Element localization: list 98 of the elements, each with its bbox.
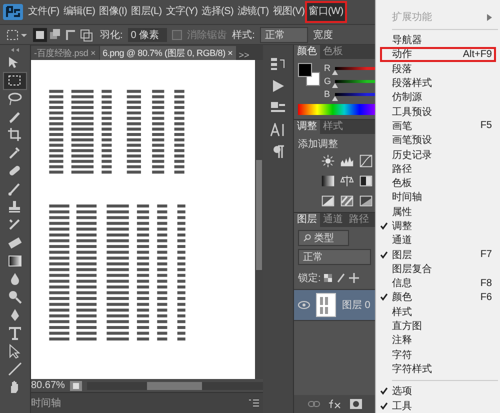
width-label: 宽度 bbox=[312, 28, 333, 42]
feather-field[interactable]: 0 像素 bbox=[128, 28, 168, 42]
character-icon[interactable] bbox=[270, 123, 286, 137]
vertical-scrollbar[interactable] bbox=[255, 60, 263, 379]
close-icon[interactable]: × bbox=[90, 48, 96, 58]
channel-label: B bbox=[324, 89, 332, 99]
checkmark-icon bbox=[380, 293, 388, 302]
menu-item[interactable]: 文字(Y) bbox=[164, 3, 200, 21]
menu-item[interactable]: 工具预设 bbox=[376, 104, 500, 119]
selection-mode-icons[interactable] bbox=[33, 28, 95, 42]
panel-tab[interactable]: 颜色 bbox=[294, 45, 320, 59]
feather-label: 羽化: bbox=[100, 28, 123, 42]
eye-icon[interactable] bbox=[298, 301, 310, 309]
lock-label: 锁定: bbox=[298, 272, 321, 285]
close-icon[interactable]: × bbox=[228, 48, 233, 58]
layer-thumbnail-icon bbox=[316, 293, 336, 317]
curve-icon[interactable] bbox=[359, 154, 373, 168]
marquee-icon[interactable] bbox=[4, 73, 26, 89]
menu-item[interactable]: 直方图 bbox=[376, 318, 500, 334]
menu-item[interactable]: 编辑(E) bbox=[61, 3, 98, 21]
menu-item[interactable]: 信息 F8 bbox=[376, 276, 500, 290]
menu-item[interactable]: 通道 bbox=[376, 233, 500, 248]
zoom-level: 80.67% bbox=[31, 380, 65, 391]
menu-item[interactable]: 文件(F) bbox=[26, 3, 62, 21]
menu-item[interactable]: 历史记录 bbox=[376, 147, 500, 162]
menu-item[interactable]: 选项 bbox=[376, 384, 500, 398]
play-icon[interactable] bbox=[270, 79, 286, 93]
panel-tab[interactable]: 路径 bbox=[346, 213, 372, 227]
menu-item[interactable]: 路径 bbox=[376, 162, 500, 176]
document-tab[interactable]: 6.png @ 80.7% (图层 0, RGB/8) × bbox=[100, 46, 236, 60]
sun-icon[interactable] bbox=[321, 154, 335, 168]
menu-item[interactable]: 滤镜(T) bbox=[236, 3, 271, 21]
gradient-square-icon[interactable] bbox=[321, 174, 335, 188]
menu-item[interactable]: 段落样式 bbox=[376, 76, 500, 90]
menu-item[interactable]: 颜色 F6 bbox=[376, 290, 500, 305]
horizontal-scrollbar[interactable] bbox=[86, 382, 263, 390]
menu-item[interactable]: 时间轴 bbox=[376, 190, 500, 205]
menu-icon[interactable] bbox=[249, 399, 259, 407]
menu-item[interactable]: 画笔预设 bbox=[376, 133, 500, 148]
menu-item[interactable]: 图像(I) bbox=[97, 3, 130, 21]
menu-item[interactable]: 属性 bbox=[376, 204, 500, 219]
menu-item[interactable]: 图层 F7 bbox=[376, 247, 500, 262]
search-icon bbox=[303, 234, 311, 242]
menu-item[interactable]: 仿制源 bbox=[376, 90, 500, 104]
link-icon[interactable] bbox=[308, 400, 320, 408]
page-icon[interactable] bbox=[68, 380, 83, 390]
menu-item[interactable]: 调整 bbox=[376, 218, 500, 234]
menu-item[interactable]: 字符样式 bbox=[376, 362, 500, 376]
layer-comps-icon[interactable] bbox=[270, 101, 286, 115]
menu-item[interactable]: 选择(S) bbox=[200, 3, 236, 21]
panel-tab[interactable]: 色板 bbox=[320, 45, 346, 59]
blend-mode-dropdown[interactable]: 正常 bbox=[298, 249, 371, 265]
layer-row[interactable]: 图层 0 bbox=[294, 289, 375, 321]
style-dropdown[interactable]: 正常 bbox=[260, 26, 308, 42]
menu-item[interactable]: 字符 bbox=[376, 348, 500, 362]
document-tab[interactable]: -百度经验.psd × bbox=[31, 46, 99, 60]
marquee-icon[interactable] bbox=[6, 28, 28, 42]
menu-item[interactable]: 样式 bbox=[376, 304, 500, 319]
checkmark-icon bbox=[380, 222, 388, 230]
antialias-label: 消除锯齿 bbox=[187, 28, 228, 42]
half-square-icon[interactable] bbox=[359, 174, 373, 188]
histogram-icon[interactable] bbox=[340, 154, 354, 168]
striped-square-icon[interactable] bbox=[340, 194, 354, 208]
checkmark-icon bbox=[380, 250, 388, 259]
menu-item[interactable]: 色板 bbox=[376, 176, 500, 190]
diagonal-square-icon[interactable] bbox=[321, 194, 335, 208]
panel-tab[interactable]: 图层 bbox=[294, 213, 320, 227]
menu-item[interactable]: 图层(L) bbox=[129, 3, 164, 21]
scale-icon[interactable] bbox=[340, 174, 354, 188]
menu-item[interactable]: 工具 bbox=[376, 398, 500, 413]
ramp-square-icon[interactable] bbox=[359, 194, 373, 208]
menu-item[interactable]: 图层复合 bbox=[376, 262, 500, 276]
filter-dropdown[interactable]: 类型 bbox=[298, 230, 349, 246]
menu-item[interactable]: 动作 Alt+F9 bbox=[380, 47, 496, 62]
history-icon[interactable] bbox=[270, 57, 286, 71]
menu-item[interactable]: 注释 bbox=[376, 333, 500, 348]
panel-heading: 添加调整 bbox=[297, 138, 339, 152]
color-spectrum[interactable] bbox=[298, 104, 375, 115]
panel-tab[interactable]: 调整 bbox=[294, 120, 320, 134]
ps-logo-icon bbox=[3, 4, 23, 20]
panel-tab[interactable]: 样式 bbox=[320, 120, 346, 134]
menu-item[interactable]: 段落 bbox=[376, 62, 500, 76]
slider-thumb[interactable] bbox=[332, 70, 338, 74]
panel-tab[interactable]: 通道 bbox=[320, 213, 346, 227]
menu-item[interactable]: 导航器 bbox=[376, 33, 500, 48]
collapse-icon[interactable] bbox=[10, 47, 20, 53]
fx-icon[interactable] bbox=[328, 399, 342, 409]
menu-item[interactable]: 视图(V) bbox=[270, 3, 307, 21]
menu-item[interactable]: 窗口(W) bbox=[306, 3, 346, 21]
style-label: 样式: bbox=[232, 28, 255, 42]
channel-label: R bbox=[324, 63, 332, 73]
tab-overflow-button[interactable]: >> bbox=[238, 50, 250, 60]
slider-thumb[interactable] bbox=[332, 82, 338, 88]
mask-icon[interactable] bbox=[350, 399, 362, 409]
layer-name: 图层 0 bbox=[342, 299, 370, 312]
menu-item[interactable]: 画笔 F5 bbox=[376, 118, 500, 134]
channel-label: G bbox=[324, 76, 332, 86]
color-swatches-icon[interactable] bbox=[298, 63, 320, 87]
